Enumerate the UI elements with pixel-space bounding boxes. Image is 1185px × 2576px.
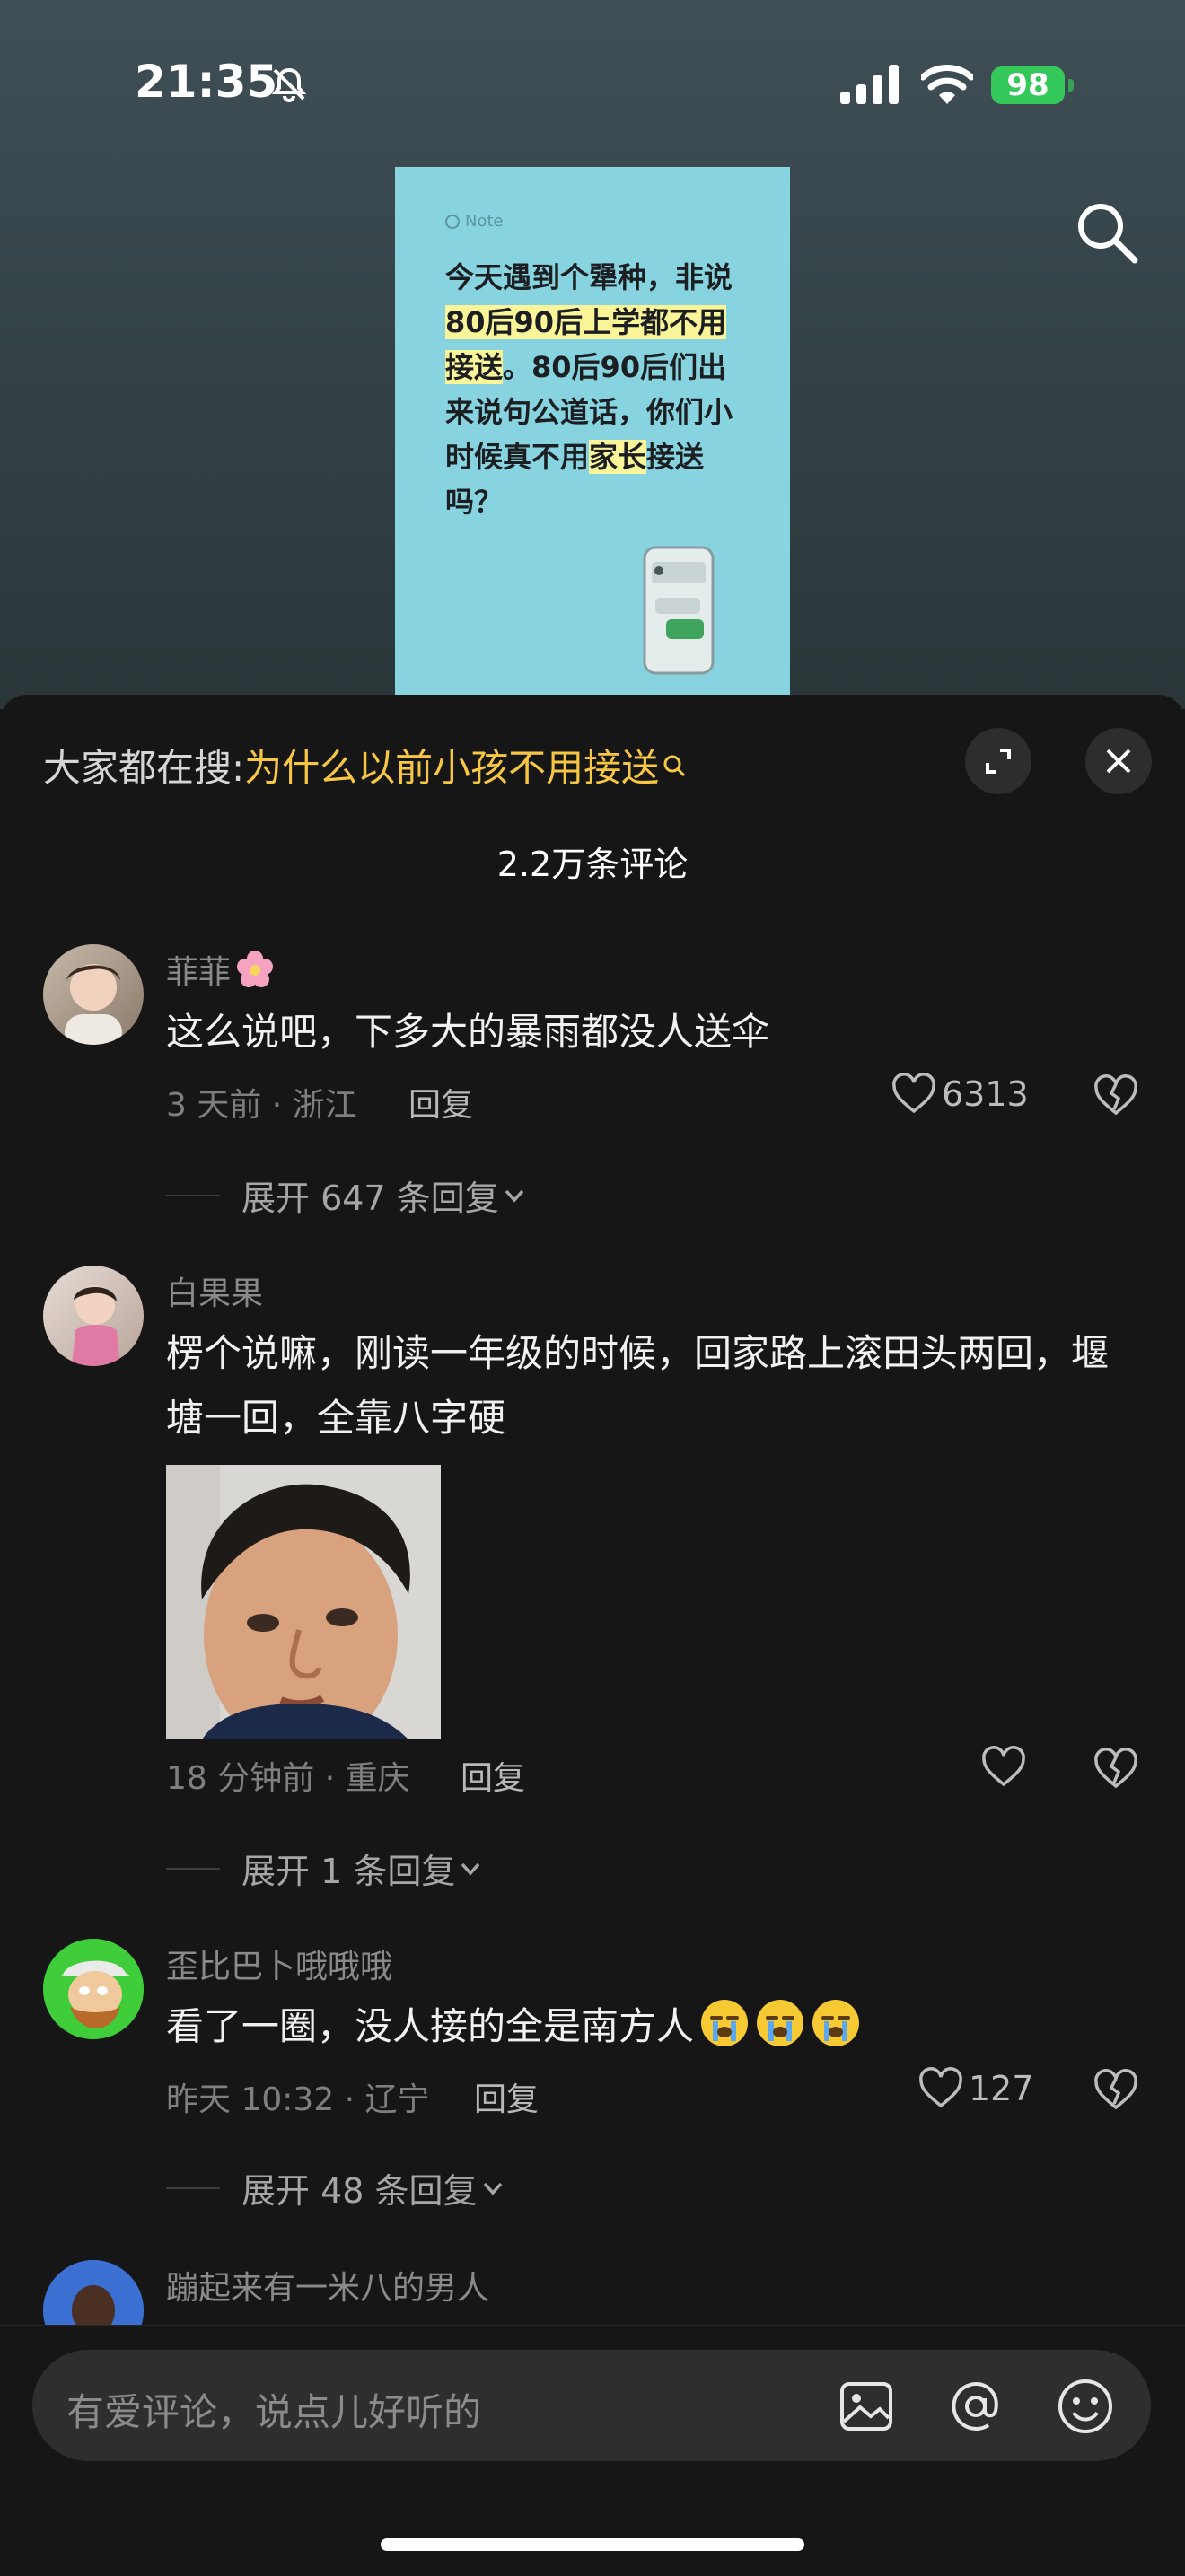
dislike-broken-heart-icon[interactable] [1093,1747,1138,1792]
reply-button[interactable]: 回复 [461,1752,525,1799]
note-dot-icon [445,214,460,229]
note-segment: 今天遇到个犟种，非说 [445,260,733,294]
image-icon[interactable] [837,2377,896,2436]
reply-button[interactable]: 回复 [408,1079,473,1126]
chevron-down-icon [505,1189,524,1203]
hot-search-prefix: 大家都在搜: [43,746,245,790]
battery-indicator: 98 [991,66,1065,104]
comment-username[interactable]: 蹦起来有一米八的男人 [166,2262,489,2309]
comment-username[interactable]: 菲菲 [166,946,276,993]
cellular-signal-icon [840,65,899,104]
comment-input[interactable]: 有爱评论，说点儿好听的 [32,2350,1151,2461]
comment-sticker-image[interactable] [166,1465,441,1739]
status-time: 21:35 [135,56,278,108]
comment-meta: 3 天前 · 浙江 [166,1087,357,1124]
expand-divider [166,1867,220,1870]
close-sheet-button[interactable] [1085,728,1152,794]
comment-input-bar: 有爱评论，说点儿好听的 [0,2325,1185,2576]
close-icon [1106,749,1131,774]
avatar[interactable] [43,1266,144,1366]
expand-replies-label: 展开 1 条回复 [241,1852,456,1891]
like-count: 6313 [942,1074,1029,1114]
comment-username[interactable]: 歪比巴卜哦哦哦 [166,1941,392,1987]
heart-icon [982,1746,1025,1787]
crying-face-emoji-icon [812,2000,860,2046]
avatar-cartoon-icon [43,1939,144,2039]
expand-replies-label: 展开 647 条回复 [241,1178,499,1218]
like-count: 127 [969,2069,1034,2108]
comments-sheet: 大家都在搜:为什么以前小孩不用接送 2.2万条评论 菲菲 这么说吧，下多大的暴雨… [0,695,1185,2574]
comment-text: 楞个说嘛，刚读一年级的时候，回家路上滚田头两回，堰塘一回，全靠八字硬 [166,1331,1110,1440]
note-tag-label: Note [465,212,504,231]
crying-face-emoji-icon [701,2000,749,2046]
comment-input-placeholder: 有爱评论，说点儿好听的 [66,2390,482,2434]
bell-muted-icon [271,67,307,102]
comment-count: 2.2万条评论 [496,845,689,884]
avatar-child-photo [72,1285,120,1366]
comment-text-body: 看了一圈，没人接的全是南方人 [166,2004,695,2048]
heart-icon [892,1073,935,1114]
chevron-down-icon [461,1862,480,1876]
home-indicator [381,2538,804,2551]
dislike-broken-heart-icon[interactable] [1093,2068,1138,2113]
avatar[interactable] [43,1939,144,2039]
expand-icon [986,749,1011,774]
heart-icon [919,2067,962,2108]
flower-emoji-icon [237,951,274,987]
chevron-down-icon [483,2182,502,2195]
hot-search-magnifier-icon [663,755,686,777]
expand-divider [166,1194,220,1196]
hot-search-banner[interactable]: 大家都在搜:为什么以前小孩不用接送 [43,738,686,793]
comment-meta: 18 分钟前 · 重庆 [166,1760,410,1797]
expand-replies[interactable]: 展开 647 条回复 [166,1170,530,1220]
battery-level: 98 [1006,67,1049,103]
comment-text: 看了一圈，没人接的全是南方人 [166,1994,1136,2059]
wifi-icon [921,65,973,104]
expand-replies[interactable]: 展开 48 条回复 [166,2163,508,2212]
crying-face-emoji-icon [757,2000,804,2046]
note-text: 今天遇到个犟种，非说80后90后上学都不用接送。80后90后们出来说句公道话，你… [445,255,750,524]
emoji-icon[interactable] [1056,2377,1115,2436]
like-button[interactable] [981,1745,1031,1790]
search-icon[interactable] [1074,199,1140,266]
like-button[interactable]: 6313 [891,1072,1029,1117]
expand-replies[interactable]: 展开 1 条回复 [166,1844,486,1893]
note-tag: Note [445,212,504,231]
expand-sheet-button[interactable] [965,728,1031,794]
comment-text: 这么说吧，下多大的暴雨都没人送伞 [166,1010,770,1054]
note-highlight: 家长 [589,440,647,474]
expand-replies-label: 展开 48 条回复 [241,2171,478,2211]
reply-button[interactable]: 回复 [474,2073,539,2120]
at-mention-icon[interactable] [946,2377,1005,2436]
avatar-child-photo [65,964,122,1045]
phone-illustration-icon [643,546,715,675]
dislike-broken-heart-icon[interactable] [1093,1073,1138,1118]
comment-username[interactable]: 白果果 [166,1267,263,1314]
note-card: Note 今天遇到个犟种，非说80后90后上学都不用接送。80后90后们出来说句… [395,167,790,723]
username-text: 菲菲 [166,954,232,991]
like-button[interactable]: 127 [918,2066,1034,2111]
expand-divider [166,2186,220,2189]
meme-face-image [166,1465,441,1739]
avatar[interactable] [43,944,144,1045]
comment-meta: 昨天 10:32 · 辽宁 [166,2081,430,2118]
battery-nub [1068,79,1074,92]
hot-search-term[interactable]: 为什么以前小孩不用接送 [244,746,659,790]
